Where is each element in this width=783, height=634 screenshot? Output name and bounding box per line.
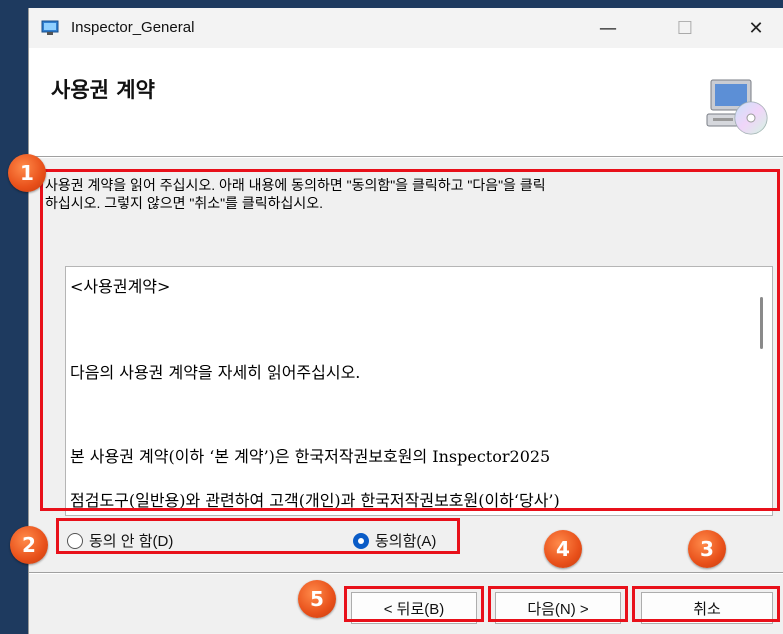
page-header: 사용권 계약 bbox=[29, 48, 783, 156]
highlight-box-back bbox=[344, 586, 484, 622]
highlight-box-next bbox=[488, 586, 628, 622]
annotation-badge-2: 2 bbox=[10, 526, 48, 564]
window-title: Inspector_General bbox=[71, 19, 195, 36]
highlight-box-radios bbox=[56, 518, 460, 554]
page-title: 사용권 계약 bbox=[51, 78, 155, 102]
annotation-badge-1: 1 bbox=[8, 154, 46, 192]
maximize-button[interactable]: ☐ bbox=[662, 8, 708, 48]
annotation-badge-3: 3 bbox=[688, 530, 726, 568]
computer-cd-icon bbox=[706, 79, 768, 135]
highlight-box-cancel bbox=[632, 586, 780, 622]
footer-divider bbox=[29, 572, 783, 574]
annotation-badge-5: 5 bbox=[298, 580, 336, 618]
highlight-box-license bbox=[40, 169, 780, 511]
annotation-badge-4: 4 bbox=[544, 530, 582, 568]
app-icon bbox=[41, 20, 59, 35]
header-divider bbox=[29, 156, 783, 158]
minimize-button[interactable]: — bbox=[585, 8, 631, 48]
title-bar: Inspector_General — ☐ ✕ bbox=[29, 8, 783, 48]
close-button[interactable]: ✕ bbox=[733, 8, 779, 48]
